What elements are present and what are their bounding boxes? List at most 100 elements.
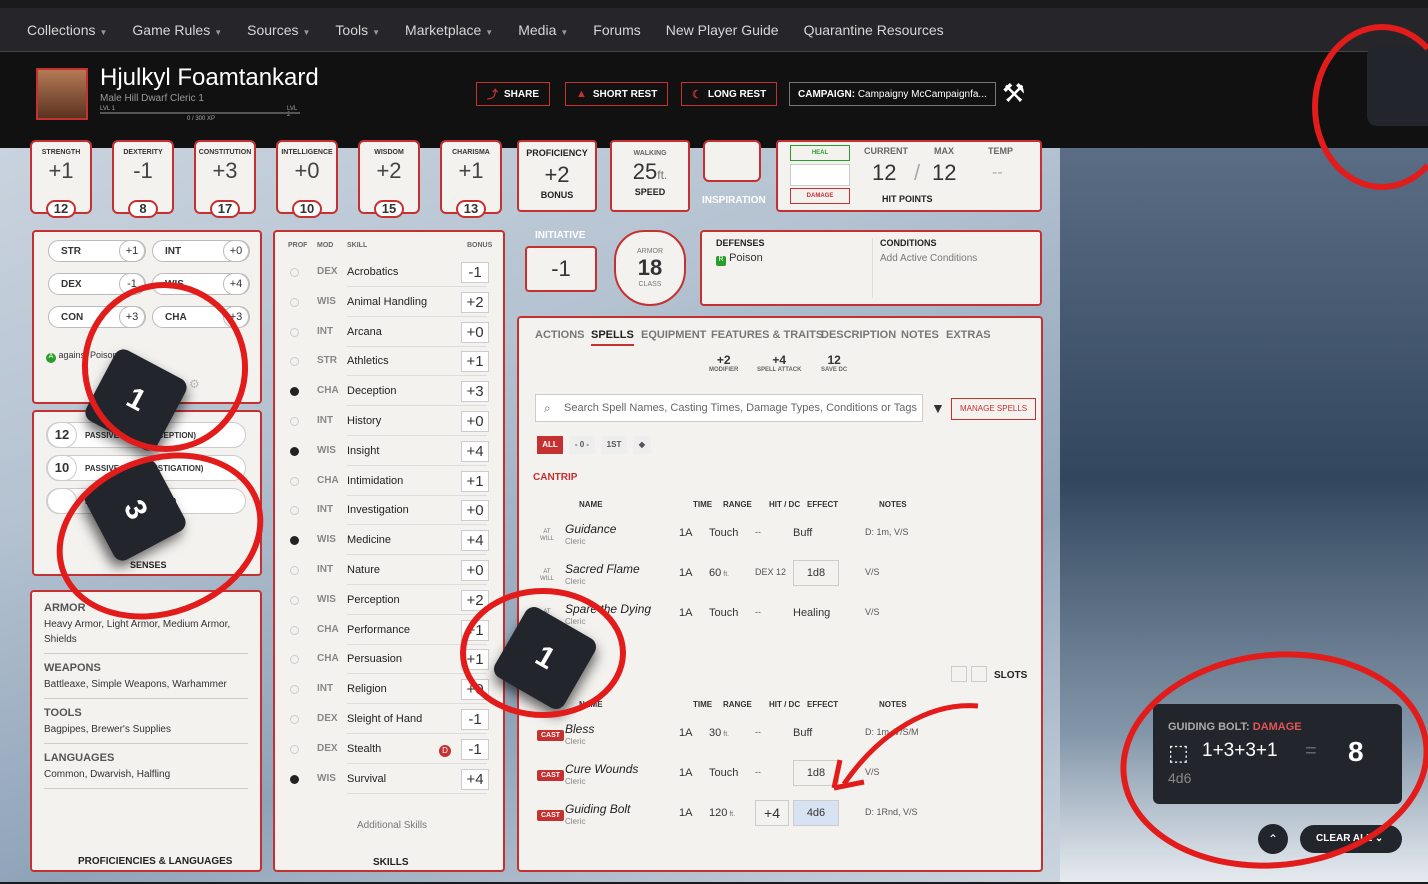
ability-intelligence[interactable]: INTELLIGENCE +0 10 [276, 140, 338, 218]
tab-description[interactable]: DESCRIPTION [821, 329, 896, 341]
spell-name[interactable]: Sacred Flame [565, 562, 640, 576]
skill-row[interactable]: INT Arcana +0 [275, 320, 507, 349]
hp-temp[interactable]: -- [992, 164, 1003, 182]
tab-features-traits[interactable]: FEATURES & TRAITS [711, 329, 823, 341]
additional-skills-link[interactable]: Additional Skills [357, 820, 427, 831]
tab-notes[interactable]: NOTES [901, 329, 939, 341]
skill-row[interactable]: STR Athletics +1 [275, 349, 507, 378]
skill-row[interactable]: INT Nature +0 [275, 558, 507, 587]
character-portrait[interactable] [36, 68, 88, 120]
spell-hit-dc[interactable]: +4 [755, 800, 789, 826]
skill-row[interactable]: WIS Survival +4 [275, 767, 507, 796]
ability-charisma[interactable]: CHARISMA +1 13 [440, 140, 502, 218]
add-conditions-link[interactable]: Add Active Conditions [880, 253, 977, 264]
skill-bonus[interactable]: +3 [461, 381, 489, 403]
tab-extras[interactable]: EXTRAS [946, 329, 991, 341]
spell-row[interactable]: AT WILLSpare the DyingCleric1ATouch--Hea… [535, 598, 1025, 636]
spell-name[interactable]: Cure Wounds [565, 762, 638, 776]
ability-strength[interactable]: STRENGTH +1 12 [30, 140, 92, 218]
cast-button[interactable]: CAST [537, 770, 565, 781]
cast-button[interactable]: CAST [537, 730, 565, 741]
ability-dexterity[interactable]: DEXTERITY -1 8 [112, 140, 174, 218]
spell-filter-0[interactable]: ALL [537, 436, 563, 454]
spell-row[interactable]: AT WILL Guidance Cleric 1A Touch -- Buff D: 1m,… [535, 518, 1025, 556]
skill-row[interactable]: WIS Perception +2 [275, 588, 507, 617]
ability-wisdom[interactable]: WISDOM +2 15 [358, 140, 420, 218]
campaign-button[interactable]: CAMPAIGN: Campaigny McCampaignfa... [789, 82, 996, 106]
skill-row[interactable]: CHA Deception +3 [275, 379, 507, 408]
skill-bonus[interactable]: +1 [461, 470, 489, 492]
skill-bonus[interactable]: +1 [461, 619, 489, 641]
skill-row[interactable]: CHA Persuasion +1 [275, 647, 507, 676]
skill-bonus[interactable]: +0 [461, 679, 489, 701]
ability-constitution[interactable]: CONSTITUTION +3 17 [194, 140, 256, 218]
skill-bonus[interactable]: +2 [461, 589, 489, 611]
short-rest-button[interactable]: ▲ SHORT REST [565, 82, 669, 106]
skill-bonus[interactable]: +4 [461, 530, 489, 552]
save-con[interactable]: CON +3 [48, 306, 146, 328]
manage-spells-button[interactable]: MANAGE SPELLS [951, 398, 1037, 420]
heal-button[interactable]: HEAL [790, 145, 850, 161]
skill-bonus[interactable]: -1 [461, 709, 489, 730]
skill-row[interactable]: WIS Insight +4 [275, 439, 507, 468]
skill-bonus[interactable]: +0 [461, 560, 489, 581]
spell-effect[interactable]: 1d8 [793, 560, 839, 586]
skill-row[interactable]: DEX Acrobatics -1 [275, 260, 507, 289]
spell-row[interactable]: CAST Guiding Bolt Cleric 1A 120 ft. +4 4d6 D: 1R… [535, 798, 1025, 836]
skill-bonus[interactable]: +1 [461, 649, 489, 671]
skill-bonus[interactable]: +4 [461, 440, 489, 462]
skill-row[interactable]: CHA Performance +1 [275, 618, 507, 647]
nav-item[interactable]: Forums [593, 22, 640, 38]
skill-row[interactable]: INT Investigation +0 [275, 498, 507, 527]
save-int[interactable]: INT +0 [152, 240, 250, 262]
initiative-value[interactable]: -1 [525, 246, 597, 292]
nav-item[interactable]: Marketplace ▼ [405, 22, 493, 38]
filter-icon[interactable]: ▼ [931, 400, 945, 416]
nav-item[interactable]: Game Rules ▼ [132, 22, 222, 38]
character-name[interactable]: Hjulkyl Foamtankard [100, 64, 319, 92]
skill-row[interactable]: CHA Intimidation +1 [275, 469, 507, 498]
chevron-up-icon[interactable]: ⌃ [1258, 824, 1288, 854]
spell-effect[interactable]: 4d6 [793, 800, 839, 826]
skill-row[interactable]: DEX Stealth D -1 [275, 737, 507, 766]
spell-row[interactable]: AT WILL Sacred Flame Cleric 1A 60 ft. DEX 12 1d… [535, 558, 1025, 596]
long-rest-button[interactable]: ☾ LONG REST [681, 82, 778, 106]
spell-search-input[interactable]: ⌕ Search Spell Names, Casting Times, Dama… [535, 394, 923, 422]
skill-bonus[interactable]: +2 [461, 291, 489, 313]
spell-filter-2[interactable]: 1ST [601, 436, 627, 454]
nav-item[interactable]: Quarantine Resources [804, 22, 944, 38]
skill-row[interactable]: WIS Medicine +4 [275, 528, 507, 557]
skill-row[interactable]: INT Religion +0 [275, 677, 507, 706]
slot-checkbox-1[interactable] [951, 666, 967, 682]
armor-class-shield[interactable]: ARMOR 18 CLASS [614, 230, 686, 306]
slot-checkbox-2[interactable] [971, 666, 987, 682]
skill-row[interactable]: INT History +0 [275, 409, 507, 438]
skill-bonus[interactable]: +0 [461, 500, 489, 522]
nav-item[interactable]: Media ▼ [518, 22, 568, 38]
skill-bonus[interactable]: -1 [461, 262, 489, 283]
tab-actions[interactable]: ACTIONS [535, 329, 585, 341]
spell-filter-3[interactable]: ◆ [633, 436, 651, 454]
spell-name[interactable]: Bless [565, 722, 594, 736]
damage-button[interactable]: DAMAGE [790, 188, 850, 204]
nav-item[interactable]: Sources ▼ [247, 22, 310, 38]
hp-adjust-input[interactable] [790, 164, 850, 186]
skill-row[interactable]: DEX Sleight of Hand -1 [275, 707, 507, 736]
skill-bonus[interactable]: +4 [461, 768, 489, 790]
skill-bonus[interactable]: +0 [461, 321, 489, 343]
skill-bonus[interactable]: +1 [461, 351, 489, 373]
gear-icon[interactable]: ⚙ [189, 377, 200, 391]
save-dex[interactable]: DEX -1 [48, 273, 146, 295]
spell-name[interactable]: Spare the Dying [565, 602, 651, 616]
tab-spells[interactable]: SPELLS [591, 329, 634, 346]
skill-bonus[interactable]: +0 [461, 411, 489, 432]
share-button[interactable]: ⤴ SHARE [476, 82, 551, 106]
clear-all-button[interactable]: CLEAR ALL ⌄ [1300, 825, 1402, 853]
nav-item[interactable]: New Player Guide [666, 22, 779, 38]
save-wis[interactable]: WIS +4 [152, 273, 250, 295]
skill-row[interactable]: WIS Animal Handling +2 [275, 290, 507, 319]
defense-item[interactable]: R Poison [716, 252, 763, 266]
save-str[interactable]: STR +1 [48, 240, 146, 262]
spell-name[interactable]: Guidance [565, 522, 616, 536]
cast-button[interactable]: CAST [537, 810, 565, 821]
